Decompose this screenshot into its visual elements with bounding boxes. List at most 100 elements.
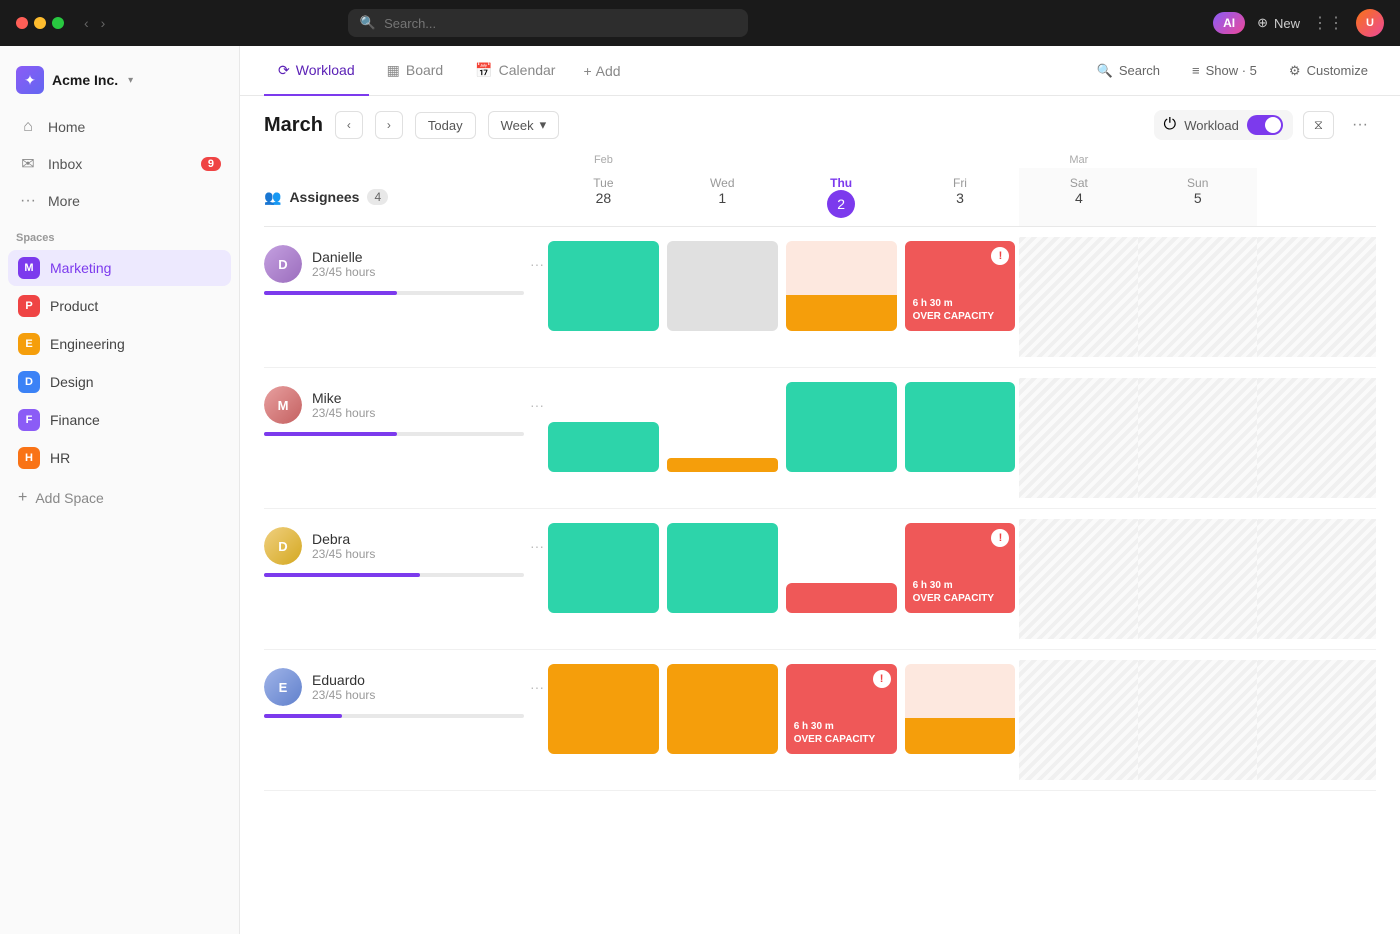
design-dot: D	[18, 371, 40, 393]
more-icon: ···	[18, 192, 38, 210]
home-icon: ⌂	[18, 118, 38, 136]
col-header-fri: Fri 3	[901, 168, 1020, 226]
assignees-header-label: Assignees	[289, 189, 359, 205]
sidebar-nav: ⌂ Home ✉ Inbox 9 ··· More	[0, 110, 239, 220]
customize-button[interactable]: ⚙ Customize	[1281, 59, 1376, 83]
person-row-debra: D Debra 23/45 hours ···	[264, 509, 1376, 650]
search-input[interactable]	[384, 16, 736, 31]
add-tab-button[interactable]: + Add	[573, 63, 630, 79]
tab-workload[interactable]: ⟳ Workload	[264, 47, 369, 96]
col-header-wed: Wed 1	[663, 168, 782, 226]
prev-button[interactable]: ‹	[335, 111, 363, 139]
month-title: March	[264, 114, 323, 137]
sidebar-item-design[interactable]: D Design	[8, 364, 231, 400]
cell-eduardo-wed	[663, 660, 782, 780]
sidebar-item-product[interactable]: P Product	[8, 288, 231, 324]
board-tab-icon: ▦	[387, 62, 400, 79]
sidebar-item-home[interactable]: ⌂ Home	[8, 110, 231, 144]
company-logo: ✦	[16, 66, 44, 94]
new-button[interactable]: ⊕ New	[1257, 15, 1300, 31]
person-info-eduardo: E Eduardo 23/45 hours ···	[264, 660, 544, 726]
cell-eduardo-tue	[544, 660, 663, 780]
spaces-label: Spaces	[0, 220, 239, 250]
week-selector[interactable]: Week ▾	[488, 111, 560, 139]
progress-bar-danielle	[264, 291, 524, 295]
show-icon: ≡	[1192, 63, 1200, 78]
company-name: Acme Inc.	[52, 72, 118, 88]
filter-icon: ⧖	[1314, 117, 1323, 133]
person-name-debra: Debra	[312, 531, 375, 547]
back-arrow[interactable]: ‹	[80, 13, 93, 33]
cell-danielle-sun	[1138, 237, 1257, 357]
global-search[interactable]: 🔍	[348, 9, 748, 37]
sidebar-item-engineering[interactable]: E Engineering	[8, 326, 231, 362]
sidebar-item-finance[interactable]: F Finance	[8, 402, 231, 438]
over-capacity-icon-eduardo: !	[873, 670, 891, 688]
cell-danielle-extra	[1257, 237, 1376, 357]
workload-right-controls: ⏻ Workload ⧖ ···	[1154, 110, 1376, 140]
tab-board[interactable]: ▦ Board	[373, 47, 458, 96]
cell-danielle-thu	[782, 237, 901, 357]
cell-debra-fri: ! 6 h 30 m OVER CAPACITY	[901, 519, 1020, 639]
forward-arrow[interactable]: ›	[97, 13, 110, 33]
grid-icon[interactable]: ⋮⋮	[1312, 13, 1344, 33]
tabs-bar: ⟳ Workload ▦ Board 📅 Calendar + Add 🔍 Se…	[240, 46, 1400, 96]
titlebar-right: AI ⊕ New ⋮⋮ U	[1213, 9, 1384, 37]
progress-bar-debra	[264, 573, 524, 577]
person-hours-danielle: 23/45 hours	[312, 265, 375, 279]
chevron-down-icon: ▾	[540, 117, 547, 133]
more-options-button[interactable]: ···	[1344, 111, 1376, 139]
person-more-debra[interactable]: ···	[530, 538, 544, 554]
person-name-eduardo: Eduardo	[312, 672, 375, 688]
sidebar-item-hr[interactable]: H HR	[8, 440, 231, 476]
feb-label: Feb	[544, 154, 663, 166]
avatar-danielle: D	[264, 245, 302, 283]
person-row-mike: M Mike 23/45 hours ···	[264, 368, 1376, 509]
company-header[interactable]: ✦ Acme Inc. ▾	[0, 58, 239, 110]
sidebar-item-more[interactable]: ··· More	[8, 184, 231, 218]
search-button[interactable]: 🔍 Search	[1089, 59, 1168, 83]
person-more-danielle[interactable]: ···	[530, 256, 544, 272]
workload-toggle-icon: ⏻	[1164, 116, 1177, 134]
sidebar-item-marketing[interactable]: M Marketing	[8, 250, 231, 286]
inbox-icon: ✉	[18, 154, 38, 174]
person-info-mike: M Mike 23/45 hours ···	[264, 378, 544, 444]
calendar-grid: Feb Mar 👥 Assignees 4 Tue	[264, 154, 1376, 791]
person-more-eduardo[interactable]: ···	[530, 679, 544, 695]
user-avatar[interactable]: U	[1356, 9, 1384, 37]
ai-badge[interactable]: AI	[1213, 12, 1245, 34]
cell-debra-sat	[1019, 519, 1138, 639]
sidebar-item-inbox[interactable]: ✉ Inbox 9	[8, 146, 231, 182]
close-dot[interactable]	[16, 17, 28, 29]
person-name-mike: Mike	[312, 390, 375, 406]
filter-button[interactable]: ⧖	[1303, 111, 1334, 139]
month-labels-row: Feb Mar	[264, 154, 1376, 168]
maximize-dot[interactable]	[52, 17, 64, 29]
workload-tab-icon: ⟳	[278, 62, 290, 79]
today-button[interactable]: Today	[415, 112, 476, 139]
marketing-dot: M	[18, 257, 40, 279]
next-button[interactable]: ›	[375, 111, 403, 139]
avatar-debra: D	[264, 527, 302, 565]
cell-danielle-wed	[663, 237, 782, 357]
finance-dot: F	[18, 409, 40, 431]
hr-dot: H	[18, 447, 40, 469]
cell-debra-wed	[663, 519, 782, 639]
cell-mike-sat	[1019, 378, 1138, 498]
cell-mike-fri	[901, 378, 1020, 498]
add-tab-icon: +	[583, 63, 591, 79]
cell-mike-tue	[544, 378, 663, 498]
minimize-dot[interactable]	[34, 17, 46, 29]
person-info-danielle: D Danielle 23/45 hours ···	[264, 237, 544, 303]
workload-toggle[interactable]	[1247, 115, 1283, 135]
cell-eduardo-sat	[1019, 660, 1138, 780]
add-space-button[interactable]: + Add Space	[0, 482, 239, 514]
content-area: ⟳ Workload ▦ Board 📅 Calendar + Add 🔍 Se…	[240, 46, 1400, 934]
workload-toggle-group: ⏻ Workload	[1154, 110, 1293, 140]
cell-mike-thu	[782, 378, 901, 498]
show-button[interactable]: ≡ Show · 5	[1184, 59, 1265, 82]
tab-calendar[interactable]: 📅 Calendar	[461, 47, 569, 96]
person-more-mike[interactable]: ···	[530, 397, 544, 413]
mar-label: Mar	[1019, 154, 1138, 166]
assignees-header-icon: 👥	[264, 189, 281, 206]
